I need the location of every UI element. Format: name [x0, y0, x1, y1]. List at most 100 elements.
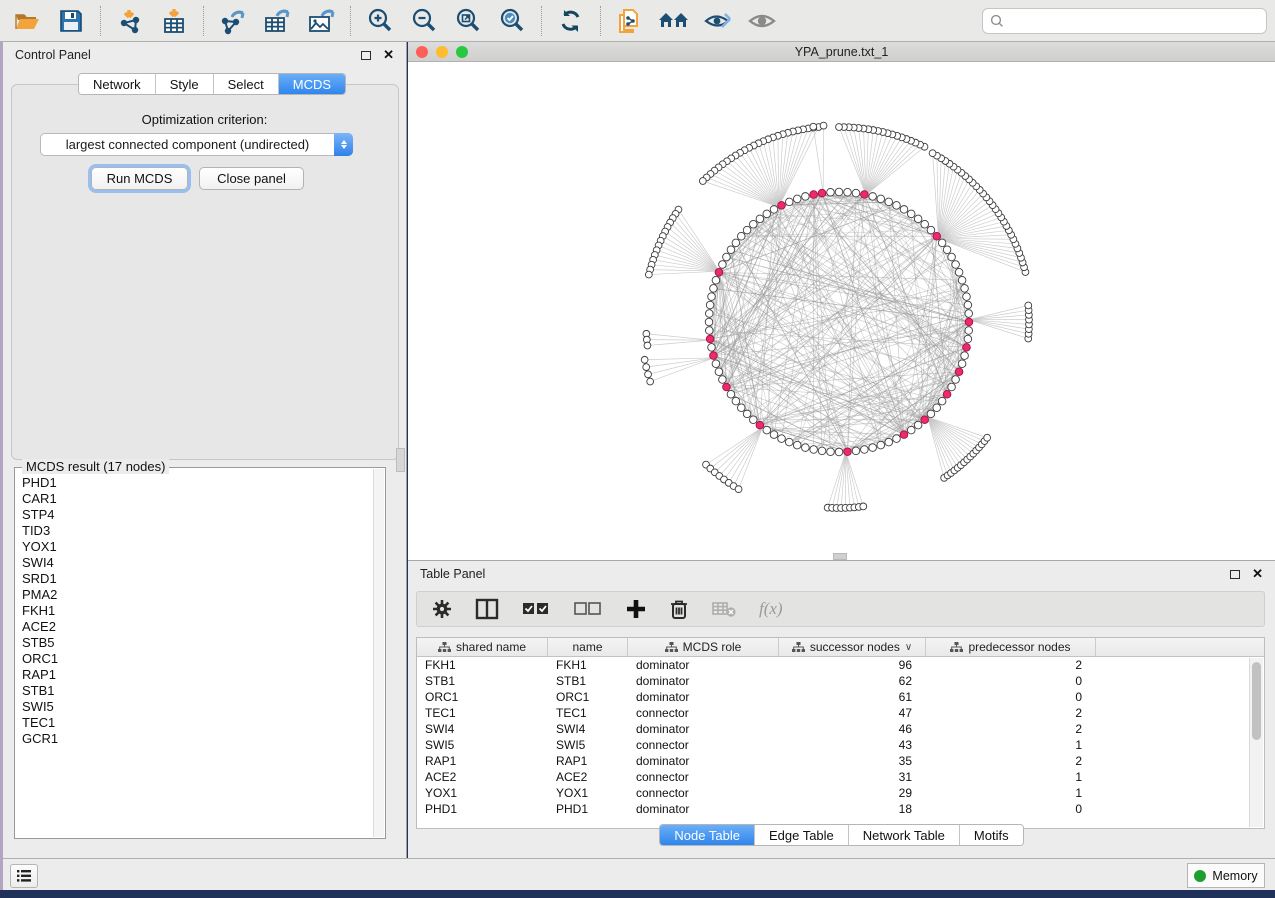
table-row[interactable]: YOX1YOX1connector291 — [417, 785, 1264, 801]
float-panel-icon[interactable] — [361, 51, 371, 60]
network-node[interactable] — [958, 276, 966, 284]
network-node[interactable] — [770, 206, 778, 214]
mcds-result-item[interactable]: RAP1 — [22, 667, 385, 683]
network-node[interactable] — [770, 431, 778, 439]
network-node[interactable] — [914, 215, 922, 223]
network-node[interactable] — [958, 360, 966, 368]
network-node[interactable] — [877, 441, 885, 449]
network-node[interactable] — [964, 335, 972, 343]
network-node[interactable] — [749, 416, 757, 424]
network-node[interactable] — [948, 383, 956, 391]
mcds-result-item[interactable]: CAR1 — [22, 491, 385, 507]
tab-network-table[interactable]: Network Table — [849, 825, 960, 845]
network-node[interactable] — [914, 421, 922, 429]
network-node[interactable] — [743, 226, 751, 234]
network-node[interactable] — [706, 301, 714, 309]
horizontal-splitter-grip[interactable] — [833, 553, 847, 560]
tab-mcds[interactable]: MCDS — [279, 74, 345, 94]
mcds-node[interactable] — [963, 344, 971, 352]
export-network-button[interactable] — [214, 4, 252, 38]
mcds-node[interactable] — [756, 421, 764, 429]
close-panel-icon[interactable]: ✕ — [383, 50, 394, 60]
add-column-icon[interactable] — [625, 598, 647, 620]
network-node[interactable] — [852, 447, 860, 455]
table-row[interactable]: ORC1ORC1dominator610 — [417, 689, 1264, 705]
search-input[interactable] — [1009, 14, 1259, 28]
leaf-node[interactable] — [836, 124, 843, 131]
network-node[interactable] — [708, 344, 716, 352]
network-node[interactable] — [715, 368, 723, 376]
network-node[interactable] — [756, 215, 764, 223]
leaf-node[interactable] — [641, 356, 648, 363]
network-node[interactable] — [965, 327, 973, 335]
network-node[interactable] — [802, 444, 810, 452]
leaf-node[interactable] — [647, 378, 654, 385]
network-node[interactable] — [793, 441, 801, 449]
clone-network-button[interactable] — [611, 4, 649, 38]
network-node[interactable] — [893, 202, 901, 210]
tab-network[interactable]: Network — [79, 74, 156, 94]
save-session-button[interactable] — [52, 4, 90, 38]
network-node[interactable] — [723, 253, 731, 261]
table-row[interactable]: SWI5SWI5connector431 — [417, 737, 1264, 753]
network-node[interactable] — [793, 195, 801, 203]
network-node[interactable] — [933, 404, 941, 412]
network-node[interactable] — [802, 193, 810, 201]
column-header-MCDS-role[interactable]: MCDS role — [628, 638, 779, 656]
network-node[interactable] — [965, 310, 973, 318]
network-node[interactable] — [712, 276, 720, 284]
network-node[interactable] — [885, 438, 893, 446]
vertical-splitter-grip[interactable] — [396, 448, 405, 472]
mcds-result-item[interactable]: STB5 — [22, 635, 385, 651]
leaf-node[interactable] — [645, 371, 652, 378]
mcds-node[interactable] — [844, 448, 852, 456]
network-node[interactable] — [727, 246, 735, 254]
network-node[interactable] — [732, 239, 740, 247]
network-node[interactable] — [952, 261, 960, 269]
network-node[interactable] — [778, 435, 786, 443]
memory-button[interactable]: Memory — [1187, 863, 1265, 888]
import-table-button[interactable] — [155, 4, 193, 38]
mcds-node[interactable] — [778, 202, 786, 210]
column-header-shared-name[interactable]: shared name — [417, 638, 548, 656]
table-scrollbar[interactable] — [1249, 658, 1263, 827]
mcds-result-item[interactable]: SWI4 — [22, 555, 385, 571]
leaf-node[interactable] — [699, 178, 706, 185]
network-node[interactable] — [869, 444, 877, 452]
mcds-node[interactable] — [723, 383, 731, 391]
network-node[interactable] — [785, 438, 793, 446]
tab-style[interactable]: Style — [156, 74, 214, 94]
network-node[interactable] — [705, 327, 713, 335]
network-node[interactable] — [955, 268, 963, 276]
table-row[interactable]: TEC1TEC1connector472 — [417, 705, 1264, 721]
table-row[interactable]: SWI4SWI4dominator462 — [417, 721, 1264, 737]
column-header-successor-nodes[interactable]: successor nodes∨ — [779, 638, 926, 656]
network-node[interactable] — [719, 261, 727, 269]
leaf-node[interactable] — [984, 434, 991, 441]
show-columns-icon[interactable] — [475, 598, 499, 620]
show-graphics-details-button[interactable] — [743, 4, 781, 38]
mcds-node[interactable] — [710, 352, 718, 360]
mcds-result-item[interactable]: PMA2 — [22, 587, 385, 603]
home-button[interactable] — [655, 4, 693, 38]
network-node[interactable] — [921, 220, 929, 228]
close-panel-icon[interactable]: ✕ — [1252, 569, 1263, 579]
leaf-node[interactable] — [810, 123, 817, 130]
float-panel-icon[interactable] — [1230, 570, 1240, 579]
zoom-selected-button[interactable] — [493, 4, 531, 38]
network-node[interactable] — [727, 390, 735, 398]
network-node[interactable] — [719, 376, 727, 384]
mcds-result-item[interactable]: STB1 — [22, 683, 385, 699]
deselect-all-icon[interactable] — [573, 599, 603, 619]
column-header-predecessor-nodes[interactable]: predecessor nodes — [926, 638, 1096, 656]
mcds-result-item[interactable]: YOX1 — [22, 539, 385, 555]
network-node[interactable] — [818, 447, 826, 455]
mcds-node[interactable] — [818, 189, 826, 197]
leaf-node[interactable] — [1025, 302, 1032, 309]
network-node[interactable] — [900, 206, 908, 214]
mcds-result-item[interactable]: FKH1 — [22, 603, 385, 619]
table-row[interactable]: FKH1FKH1dominator962 — [417, 657, 1264, 673]
mcds-list-scrollbar[interactable] — [373, 469, 384, 837]
network-node[interactable] — [743, 410, 751, 418]
network-node[interactable] — [737, 232, 745, 240]
